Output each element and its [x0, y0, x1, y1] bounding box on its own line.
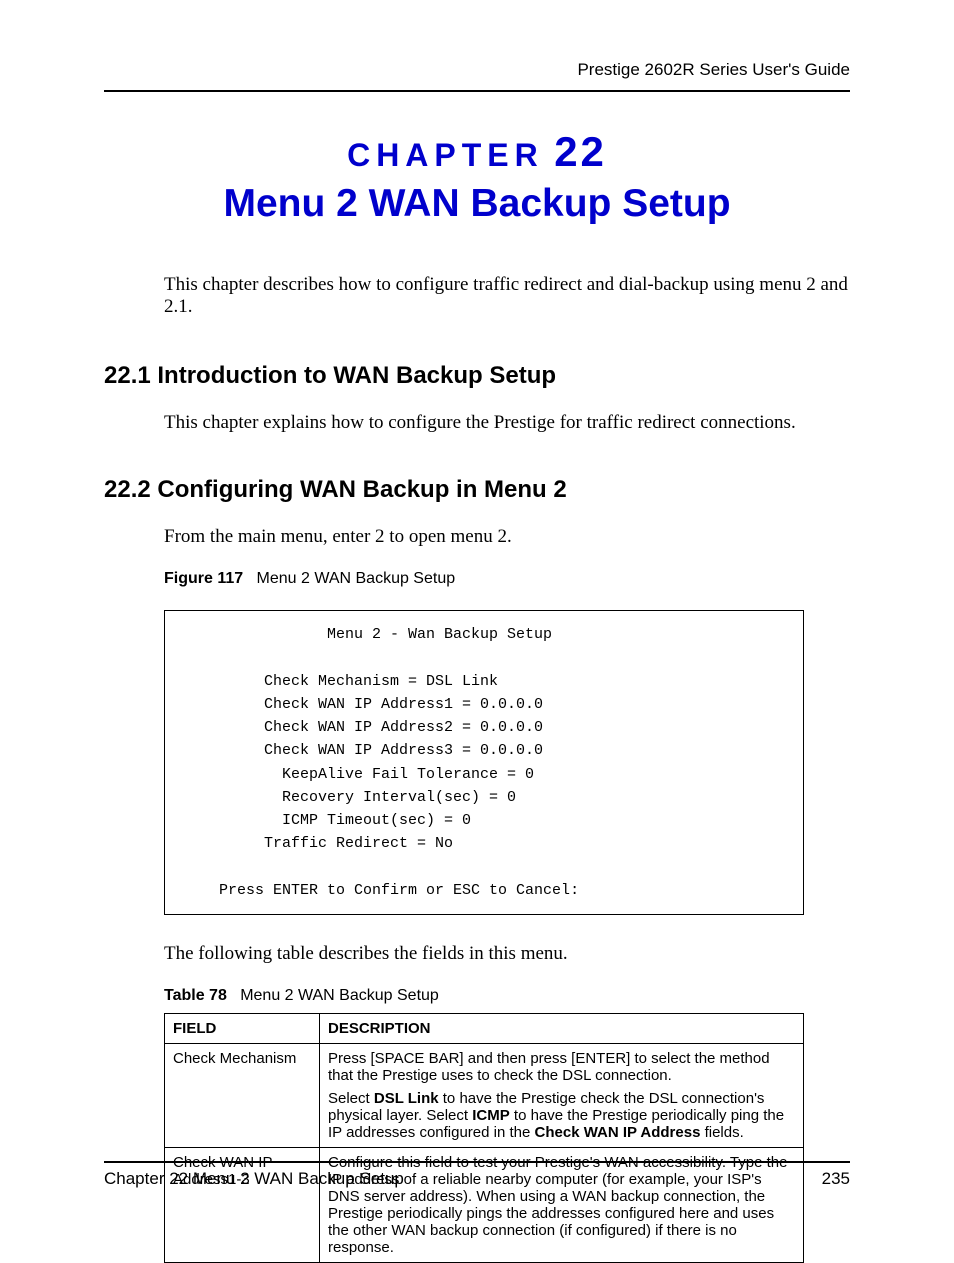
cell-field: Check Mechanism	[165, 1044, 320, 1148]
section-22-2-body: From the main menu, enter 2 to open menu…	[164, 526, 850, 548]
field-description-table: FIELD DESCRIPTION Check Mechanism Press …	[164, 1013, 804, 1263]
table-header-row: FIELD DESCRIPTION	[165, 1014, 804, 1044]
table-label: Table 78	[164, 987, 227, 1004]
terminal-screenshot: Menu 2 - Wan Backup Setup Check Mechanis…	[164, 610, 804, 915]
desc-para: Press [SPACE BAR] and then press [ENTER]…	[328, 1050, 795, 1084]
figure-caption: Figure 117 Menu 2 WAN Backup Setup	[164, 570, 850, 588]
table-row: Check Mechanism Press [SPACE BAR] and th…	[165, 1044, 804, 1148]
chapter-word: CHAPTER	[347, 137, 544, 173]
header-rule	[104, 90, 850, 92]
table-caption: Table 78 Menu 2 WAN Backup Setup	[164, 987, 850, 1005]
bold-text: DSL Link	[374, 1090, 439, 1107]
col-field: FIELD	[165, 1014, 320, 1044]
section-22-1-body: This chapter explains how to configure t…	[164, 412, 850, 434]
after-figure-text: The following table describes the fields…	[164, 943, 850, 965]
page-footer: Chapter 22 Menu 2 WAN Backup Setup 235	[104, 1161, 850, 1189]
page: Prestige 2602R Series User's Guide CHAPT…	[0, 0, 954, 1235]
footer-page-number: 235	[822, 1169, 850, 1189]
footer-chapter: Chapter 22 Menu 2 WAN Backup Setup	[104, 1169, 404, 1189]
chapter-number: 22	[554, 128, 607, 175]
figure-label: Figure 117	[164, 570, 243, 587]
bold-text: ICMP	[472, 1107, 510, 1124]
col-description: DESCRIPTION	[320, 1014, 804, 1044]
section-22-2-heading: 22.2 Configuring WAN Backup in Menu 2	[104, 476, 850, 504]
bold-text: Check WAN IP Address	[535, 1124, 701, 1141]
section-22-1-heading: 22.1 Introduction to WAN Backup Setup	[104, 362, 850, 390]
desc-para: Select DSL Link to have the Prestige che…	[328, 1090, 795, 1141]
chapter-title: Menu 2 WAN Backup Setup	[104, 182, 850, 226]
text: fields.	[700, 1124, 743, 1141]
figure-caption-text: Menu 2 WAN Backup Setup	[257, 570, 456, 587]
footer-rule	[104, 1161, 850, 1163]
text: Select	[328, 1090, 374, 1107]
chapter-label: CHAPTER 22	[104, 128, 850, 176]
header-guide-title: Prestige 2602R Series User's Guide	[104, 60, 850, 80]
table-caption-text: Menu 2 WAN Backup Setup	[240, 987, 439, 1004]
chapter-intro: This chapter describes how to configure …	[164, 274, 850, 318]
cell-description: Press [SPACE BAR] and then press [ENTER]…	[320, 1044, 804, 1148]
